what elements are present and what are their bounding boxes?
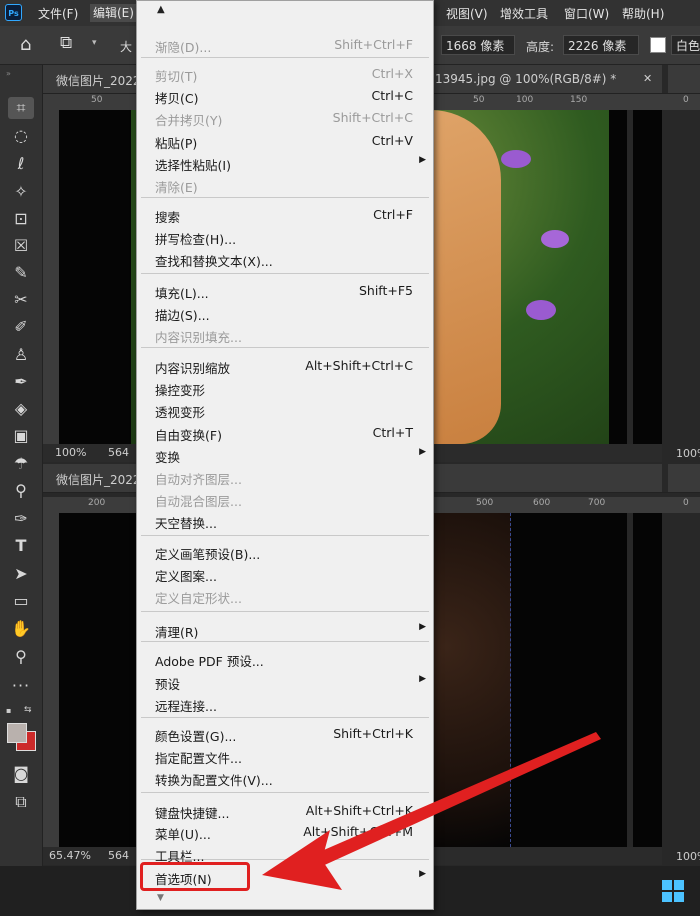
arrow-shaft [310,732,601,868]
annotation-arrow [262,732,601,890]
